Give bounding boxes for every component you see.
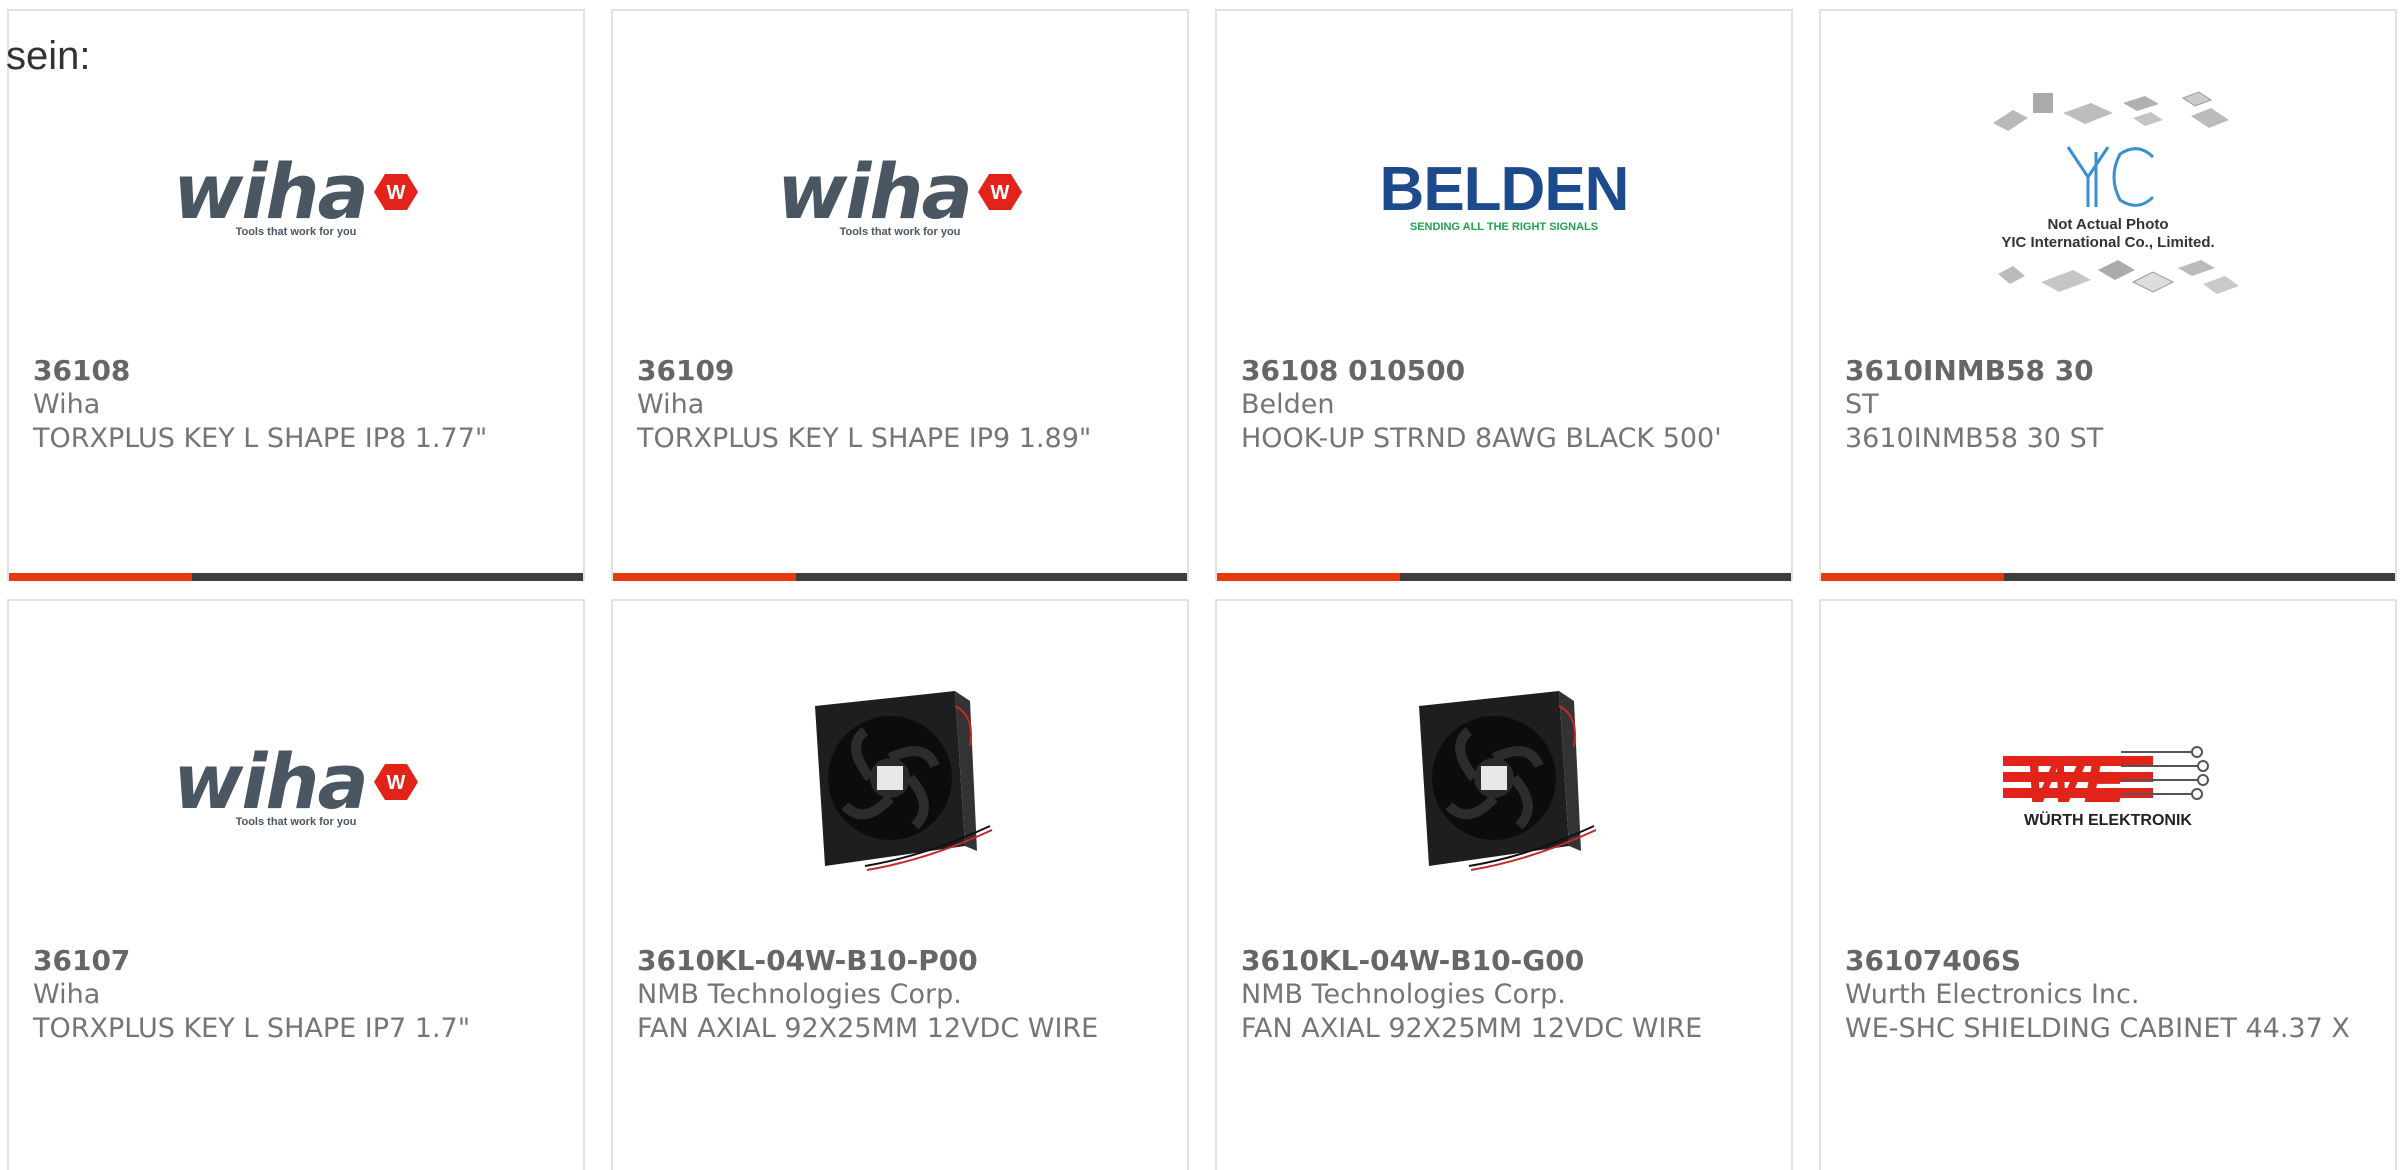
manufacturer: NMB Technologies Corp. (637, 979, 962, 1010)
description: WE-SHC SHIELDING CABINET 44.37 X (1845, 1013, 2350, 1044)
description: 3610INMB58 30 ST (1845, 423, 2104, 454)
product-info: 36108 010500 Belden HOOK-UP STRND 8AWG B… (1241, 354, 1771, 456)
product-image[interactable] (613, 661, 1187, 911)
logo-word: wiha (777, 147, 973, 236)
wurth-logo: WE WÜRTH ELEKTRONIK (2003, 742, 2213, 830)
product-info: 36107406S Wurth Electronics Inc. WE-SHC … (1845, 944, 2375, 1046)
chip-packages-icon (1993, 91, 2229, 131)
product-info: 3610INMB58 30 ST 3610INMB58 30 ST (1845, 354, 2375, 456)
part-number[interactable]: 36108 (33, 354, 563, 388)
wiha-logo: wiha W Tools that work for you (173, 154, 419, 238)
svg-text:W: W (990, 182, 1009, 204)
logo-word: BELDEN (1379, 155, 1630, 224)
svg-text:W: W (386, 182, 405, 204)
description: FAN AXIAL 92X25MM 12VDC WIRE (637, 1013, 1099, 1044)
fan-photo-icon (1419, 691, 1597, 871)
product-card[interactable]: 3610KL-04W-B10-P00 NMB Technologies Corp… (611, 599, 1189, 1170)
product-image[interactable] (1217, 661, 1791, 911)
svg-text:W: W (386, 772, 405, 794)
part-number[interactable]: 3610INMB58 30 (1845, 354, 2375, 388)
card-accent (1821, 573, 2004, 581)
wiha-hex-icon: W (373, 764, 418, 800)
part-number[interactable]: 36108 010500 (1241, 354, 1771, 388)
card-accent (613, 573, 796, 581)
manufacturer: Belden (1241, 389, 1335, 420)
yic-placeholder-image: Not Actual Photo YIC International Co., … (1968, 88, 2248, 304)
card-bottom-bar (1217, 573, 1791, 581)
belden-logo: BELDEN SENDING ALL THE RIGHT SIGNALS (1379, 155, 1630, 234)
part-number[interactable]: 3610KL-04W-B10-P00 (637, 944, 1167, 978)
wiha-logo: wiha W Tools that work for you (173, 744, 419, 828)
manufacturer: Wiha (33, 389, 101, 420)
we-logo-icon: WE (2003, 746, 2209, 816)
fan-photo-icon (815, 691, 993, 871)
product-image[interactable]: Not Actual Photo YIC International Co., … (1821, 71, 2395, 321)
manufacturer: Wiha (33, 979, 101, 1010)
product-info: 3610KL-04W-B10-G00 NMB Technologies Corp… (1241, 944, 1771, 1046)
description: HOOK-UP STRND 8AWG BLACK 500' (1241, 423, 1722, 454)
manufacturer: NMB Technologies Corp. (1241, 979, 1566, 1010)
svg-text:WE: WE (2025, 747, 2127, 814)
part-number[interactable]: 36109 (637, 354, 1167, 388)
product-image[interactable]: wiha W Tools that work for you (9, 661, 583, 911)
manufacturer: ST (1845, 389, 1879, 420)
product-image[interactable]: wiha W Tools that work for you (9, 71, 583, 321)
product-image[interactable]: WE WÜRTH ELEKTRONIK (1821, 661, 2395, 911)
card-accent (1217, 573, 1400, 581)
product-info: 36109 Wiha TORXPLUS KEY L SHAPE IP9 1.89… (637, 354, 1167, 456)
yic-logo-icon (2066, 146, 2155, 207)
product-image[interactable]: BELDEN SENDING ALL THE RIGHT SIGNALS (1217, 71, 1791, 321)
product-info: 36107 Wiha TORXPLUS KEY L SHAPE IP7 1.7" (33, 944, 563, 1046)
yic-caption-line1: Not Actual Photo (2047, 216, 2169, 233)
card-bottom-bar (1821, 573, 2395, 581)
description: TORXPLUS KEY L SHAPE IP7 1.7" (33, 1013, 471, 1044)
part-number[interactable]: 36107406S (1845, 944, 2375, 978)
card-accent (9, 573, 192, 581)
product-info: 36108 Wiha TORXPLUS KEY L SHAPE IP8 1.77… (33, 354, 563, 456)
card-bottom-bar (613, 573, 1187, 581)
product-card[interactable]: wiha W Tools that work for you 36108 Wih… (7, 9, 585, 581)
logo-tagline: WÜRTH ELEKTRONIK (2024, 812, 2192, 829)
wiha-hex-icon: W (373, 174, 418, 210)
product-card[interactable]: 3610KL-04W-B10-G00 NMB Technologies Corp… (1215, 599, 1793, 1170)
logo-word: wiha (173, 147, 369, 236)
product-card[interactable]: BELDEN SENDING ALL THE RIGHT SIGNALS 361… (1215, 9, 1793, 581)
wiha-logo: wiha W Tools that work for you (777, 154, 1023, 238)
logo-tagline: SENDING ALL THE RIGHT SIGNALS (1409, 221, 1599, 233)
description: TORXPLUS KEY L SHAPE IP8 1.77" (33, 423, 488, 454)
yic-caption-line2: YIC International Co., Limited. (2001, 234, 2215, 251)
intro-text: sein: (6, 34, 91, 78)
manufacturer: Wurth Electronics Inc. (1845, 979, 2140, 1010)
product-card[interactable]: wiha W Tools that work for you 36107 Wih… (7, 599, 585, 1170)
manufacturer: Wiha (637, 389, 705, 420)
product-card[interactable]: Not Actual Photo YIC International Co., … (1819, 9, 2397, 581)
part-number[interactable]: 3610KL-04W-B10-G00 (1241, 944, 1771, 978)
chip-packages-icon (1998, 260, 2239, 294)
product-card[interactable]: wiha W Tools that work for you 36109 Wih… (611, 9, 1189, 581)
description: FAN AXIAL 92X25MM 12VDC WIRE (1241, 1013, 1703, 1044)
product-image[interactable]: wiha W Tools that work for you (613, 71, 1187, 321)
description: TORXPLUS KEY L SHAPE IP9 1.89" (637, 423, 1092, 454)
wiha-hex-icon: W (977, 174, 1022, 210)
card-bottom-bar (9, 573, 583, 581)
part-number[interactable]: 36107 (33, 944, 563, 978)
logo-word: wiha (173, 737, 369, 826)
product-card[interactable]: WE WÜRTH ELEKTRONIK 36107406S Wurth Elec… (1819, 599, 2397, 1170)
product-info: 3610KL-04W-B10-P00 NMB Technologies Corp… (637, 944, 1167, 1046)
